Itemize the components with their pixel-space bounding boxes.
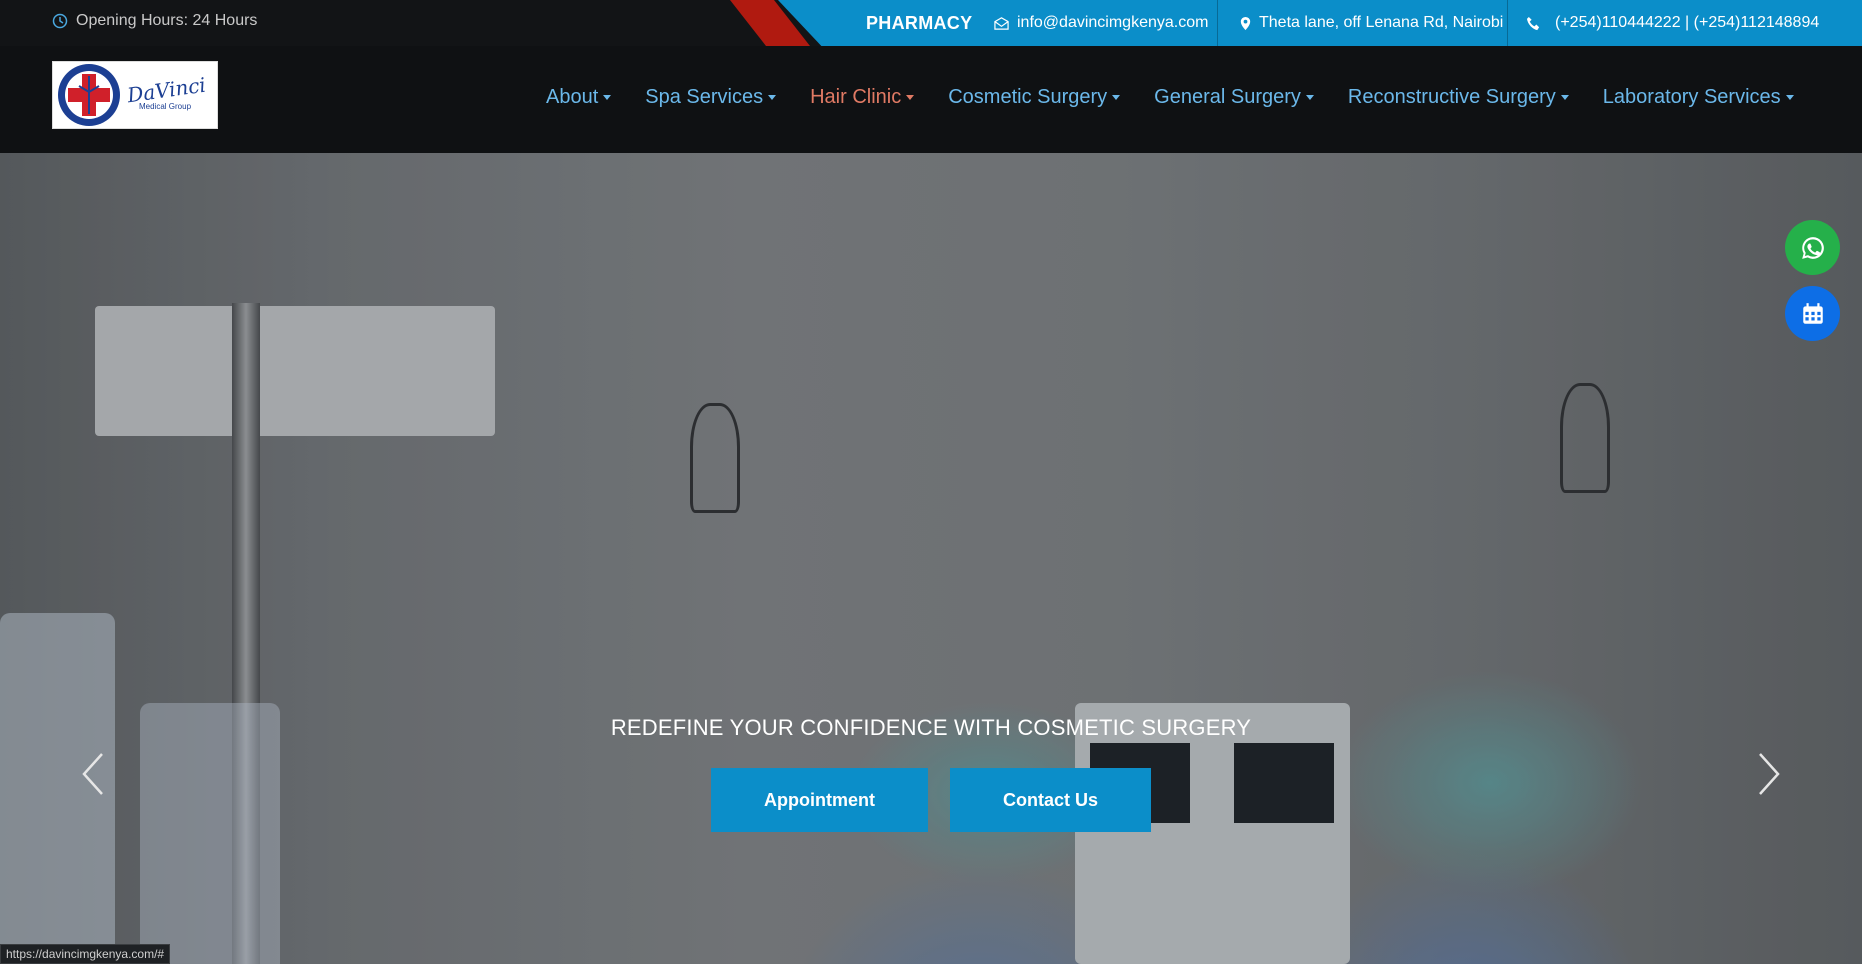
calendar-button[interactable] xyxy=(1785,286,1840,341)
caret-down-icon xyxy=(1560,95,1569,100)
nav-about[interactable]: About xyxy=(546,86,612,109)
nav-laboratory-services[interactable]: Laboratory Services xyxy=(1603,86,1794,109)
nav-spa-services-label: Spa Services xyxy=(645,86,764,108)
caret-down-icon xyxy=(1112,95,1121,100)
opening-hours-text: Opening Hours: 24 Hours xyxy=(76,12,258,29)
email-link[interactable]: info@davincimgkenya.com xyxy=(994,0,1208,46)
davinci-emblem-icon xyxy=(58,64,120,126)
hero-slider xyxy=(0,153,1862,964)
nav-reconstructive-surgery-label: Reconstructive Surgery xyxy=(1347,86,1556,108)
top-info-bar: Opening Hours: 24 Hours PHARMACY info@da… xyxy=(0,0,1862,46)
caret-down-icon xyxy=(768,95,777,100)
site-logo[interactable]: DaVinci Medical Group xyxy=(52,61,218,129)
status-url: https://davincimgkenya.com/# xyxy=(6,947,165,961)
nav-cosmetic-surgery-label: Cosmetic Surgery xyxy=(948,86,1108,108)
contact-us-button[interactable]: Contact Us xyxy=(950,768,1151,832)
phone-link[interactable]: (+254)110444222 | (+254)112148894 xyxy=(1526,0,1819,46)
address-link[interactable]: Theta lane, off Lenana Rd, Nairobi xyxy=(1238,0,1503,46)
email-text: info@davincimgkenya.com xyxy=(1017,14,1209,31)
chevron-left-icon xyxy=(82,753,103,795)
envelope-open-icon xyxy=(994,16,1009,30)
nav-about-label: About xyxy=(546,86,599,108)
nav-hair-clinic[interactable]: Hair Clinic xyxy=(810,86,915,109)
nav-laboratory-services-label: Laboratory Services xyxy=(1602,86,1781,108)
nav-hair-clinic-label: Hair Clinic xyxy=(810,86,902,108)
hero-overlay xyxy=(0,153,1862,964)
calendar-icon xyxy=(1802,302,1823,324)
divider xyxy=(1217,0,1218,46)
map-marker-icon xyxy=(1240,16,1251,30)
phone-icon xyxy=(1526,16,1540,30)
caret-down-icon xyxy=(603,95,612,100)
nav-cosmetic-surgery[interactable]: Cosmetic Surgery xyxy=(948,86,1121,109)
caret-down-icon xyxy=(1305,95,1314,100)
browser-status-bar: https://davincimgkenya.com/# xyxy=(0,944,171,964)
logo-subtitle: Medical Group xyxy=(139,102,192,111)
appointment-button[interactable]: Appointment xyxy=(711,768,928,832)
nav-general-surgery-label: General Surgery xyxy=(1154,86,1301,108)
divider xyxy=(1507,0,1508,46)
primary-nav: About Spa Services Hair Clinic Cosmetic … xyxy=(546,86,1828,109)
pharmacy-link[interactable]: PHARMACY xyxy=(866,0,972,46)
caret-down-icon xyxy=(1785,95,1794,100)
carousel-next-button[interactable] xyxy=(1752,750,1784,798)
caret-down-icon xyxy=(906,95,915,100)
chevron-right-icon xyxy=(1759,753,1780,795)
nav-general-surgery[interactable]: General Surgery xyxy=(1154,86,1314,109)
whatsapp-icon xyxy=(1801,236,1824,259)
clock-icon xyxy=(52,13,68,29)
nav-spa-services[interactable]: Spa Services xyxy=(645,86,777,109)
hero-tagline: REDEFINE YOUR CONFIDENCE WITH COSMETIC S… xyxy=(610,715,1252,740)
nav-reconstructive-surgery[interactable]: Reconstructive Surgery xyxy=(1348,86,1569,109)
carousel-prev-button[interactable] xyxy=(78,750,110,798)
pharmacy-label: PHARMACY xyxy=(866,12,973,33)
phone-text: (+254)110444222 | (+254)112148894 xyxy=(1555,14,1820,31)
opening-hours: Opening Hours: 24 Hours xyxy=(52,12,257,30)
whatsapp-button[interactable] xyxy=(1785,220,1840,275)
address-text: Theta lane, off Lenana Rd, Nairobi xyxy=(1259,14,1504,31)
